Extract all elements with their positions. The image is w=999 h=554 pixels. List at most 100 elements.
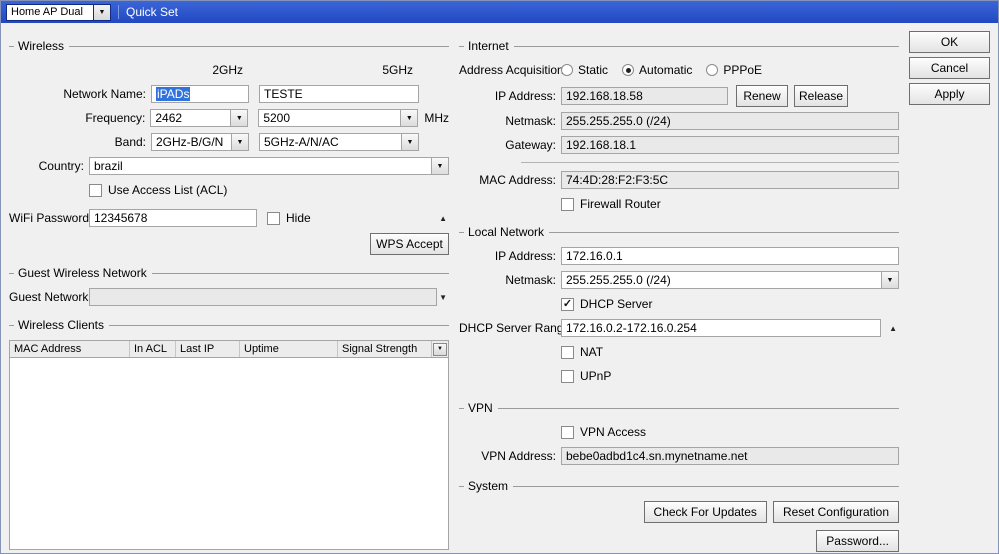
chevron-down-icon[interactable]: ▼ xyxy=(232,133,249,151)
wireless-clients-table-body[interactable] xyxy=(10,358,448,549)
wireless-column: Wireless 2GHz 5GHz Network Name: iPADs T… xyxy=(9,29,449,550)
check-for-updates-button[interactable]: Check For Updates xyxy=(643,500,767,523)
dhcp-server-label: DHCP Server xyxy=(580,297,653,311)
ok-button[interactable]: OK xyxy=(909,31,990,53)
wan-netmask-row: Netmask: 255.255.255.0 (/24) xyxy=(459,112,899,130)
network-name-row: Network Name: iPADs TESTE xyxy=(9,85,449,103)
wireless-group-header: Wireless xyxy=(9,39,449,53)
nat-row: NAT xyxy=(459,343,899,361)
band-column-headers: 2GHz 5GHz xyxy=(9,61,449,79)
use-access-list-checkbox[interactable] xyxy=(89,183,102,197)
chevron-down-icon[interactable]: ▼ xyxy=(432,157,449,175)
internet-separator xyxy=(521,162,899,163)
wan-ip-label: IP Address: xyxy=(494,88,556,103)
lan-ip-row: IP Address: 172.16.0.1 xyxy=(459,247,899,265)
nat-label: NAT xyxy=(580,345,604,359)
wireless-group-label: Wireless xyxy=(18,39,65,53)
expand-down-icon[interactable]: ▼ xyxy=(437,293,449,302)
band-2ghz-combo[interactable]: 2GHz-B/G/N ▼ xyxy=(151,133,249,151)
vpn-access-checkbox[interactable] xyxy=(561,425,574,439)
vpn-access-label: VPN Access xyxy=(580,425,647,439)
vpn-address-label: VPN Address: xyxy=(481,449,556,463)
network-name-5ghz-input[interactable]: TESTE xyxy=(259,85,419,103)
dhcp-range-input[interactable]: 172.16.0.2-172.16.0.254 xyxy=(561,319,881,337)
country-value[interactable]: brazil xyxy=(89,157,432,175)
radio-automatic[interactable]: Automatic xyxy=(622,63,692,77)
reset-configuration-button[interactable]: Reset Configuration xyxy=(772,500,899,523)
band-2ghz-value[interactable]: 2GHz-B/G/N xyxy=(151,133,232,151)
network-name-2ghz-input[interactable]: iPADs xyxy=(151,85,249,103)
guest-network-label: Guest Network: xyxy=(9,290,92,304)
titlebar: Home AP Dual ▼ Quick Set xyxy=(1,1,998,23)
table-columns-dropdown-icon[interactable]: ▼ xyxy=(433,342,447,356)
dhcp-server-row: DHCP Server xyxy=(459,295,899,313)
radio-pppoe-label: PPPoE xyxy=(723,63,763,77)
internet-column: Internet Address Acquisition: Static Aut… xyxy=(459,29,899,553)
chevron-down-icon[interactable]: ▼ xyxy=(94,3,111,21)
gateway-value: 192.168.18.1 xyxy=(561,136,899,154)
gateway-label: Gateway: xyxy=(505,138,556,152)
collapse-up-icon[interactable]: ▲ xyxy=(437,214,449,223)
window-title: Quick Set xyxy=(126,5,179,19)
wan-netmask-label: Netmask: xyxy=(505,114,556,128)
guest-group-label: Guest Wireless Network xyxy=(18,266,147,280)
radio-static[interactable]: Static xyxy=(561,63,608,77)
wifi-password-input[interactable]: 12345678 xyxy=(89,209,257,227)
wifi-password-label: WiFi Password: xyxy=(9,211,93,225)
use-access-list-label: Use Access List (ACL) xyxy=(108,183,228,197)
country-row: Country: brazil ▼ xyxy=(9,157,449,175)
column-header-last-ip[interactable]: Last IP xyxy=(176,341,240,357)
frequency-2ghz-value[interactable]: 2462 xyxy=(150,109,232,127)
chevron-down-icon[interactable]: ▼ xyxy=(882,271,899,289)
frequency-5ghz-value[interactable]: 5200 xyxy=(258,109,402,127)
lan-netmask-value[interactable]: 255.255.255.0 (/24) xyxy=(561,271,882,289)
chevron-down-icon[interactable]: ▼ xyxy=(231,109,249,127)
nat-checkbox[interactable] xyxy=(561,345,574,359)
release-button[interactable]: Release xyxy=(794,84,848,107)
hide-password-checkbox[interactable] xyxy=(267,211,280,225)
band-5ghz-combo[interactable]: 5GHz-A/N/AC ▼ xyxy=(259,133,419,151)
router-mode-value[interactable]: Home AP Dual xyxy=(6,3,94,21)
frequency-label: Frequency: xyxy=(85,111,146,125)
dhcp-range-row: DHCP Server Range: 172.16.0.2-172.16.0.2… xyxy=(459,319,899,337)
vpn-group-header: VPN xyxy=(459,401,899,415)
band-row: Band: 2GHz-B/G/N ▼ 5GHz-A/N/AC ▼ xyxy=(9,133,449,151)
system-group-label: System xyxy=(468,479,509,493)
radio-pppoe[interactable]: PPPoE xyxy=(706,63,762,77)
lan-netmask-combo[interactable]: 255.255.255.0 (/24) ▼ xyxy=(561,271,899,289)
firewall-router-label: Firewall Router xyxy=(580,197,661,211)
system-group-header: System xyxy=(459,479,899,493)
radio-static-icon[interactable] xyxy=(561,64,573,76)
column-2ghz-label: 2GHz xyxy=(212,63,243,77)
renew-button[interactable]: Renew xyxy=(736,84,788,107)
column-header-signal-strength[interactable]: Signal Strength xyxy=(338,341,432,357)
band-5ghz-value[interactable]: 5GHz-A/N/AC xyxy=(259,133,402,151)
lan-ip-input[interactable]: 172.16.0.1 xyxy=(561,247,899,265)
chevron-down-icon[interactable]: ▼ xyxy=(401,109,419,127)
cancel-button[interactable]: Cancel xyxy=(909,57,990,79)
frequency-5ghz-combo[interactable]: 5200 ▼ xyxy=(258,109,419,127)
router-mode-combo[interactable]: Home AP Dual ▼ xyxy=(6,3,111,21)
collapse-up-icon[interactable]: ▲ xyxy=(887,324,899,333)
guest-group-header: Guest Wireless Network xyxy=(9,266,449,280)
column-5ghz-label: 5GHz xyxy=(382,63,413,77)
wps-accept-button[interactable]: WPS Accept xyxy=(370,232,449,255)
column-header-uptime[interactable]: Uptime xyxy=(240,341,338,357)
acl-row: Use Access List (ACL) xyxy=(9,181,449,199)
column-header-in-acl[interactable]: In ACL xyxy=(130,341,176,357)
country-combo[interactable]: brazil ▼ xyxy=(89,157,449,175)
upnp-checkbox[interactable] xyxy=(561,369,574,383)
dhcp-server-checkbox[interactable] xyxy=(561,297,574,311)
gateway-row: Gateway: 192.168.18.1 xyxy=(459,136,899,154)
firewall-router-checkbox[interactable] xyxy=(561,197,574,211)
internet-group-header: Internet xyxy=(459,39,899,53)
frequency-row: Frequency: 2462 ▼ 5200 ▼ MHz xyxy=(9,109,449,127)
chevron-down-icon[interactable]: ▼ xyxy=(402,133,419,151)
apply-button[interactable]: Apply xyxy=(909,83,990,105)
radio-pppoe-icon[interactable] xyxy=(706,64,719,76)
password-button[interactable]: Password... xyxy=(816,529,899,552)
column-header-mac-address[interactable]: MAC Address xyxy=(10,341,130,357)
titlebar-divider xyxy=(118,5,119,19)
frequency-2ghz-combo[interactable]: 2462 ▼ xyxy=(150,109,249,127)
radio-automatic-icon[interactable] xyxy=(622,64,635,76)
